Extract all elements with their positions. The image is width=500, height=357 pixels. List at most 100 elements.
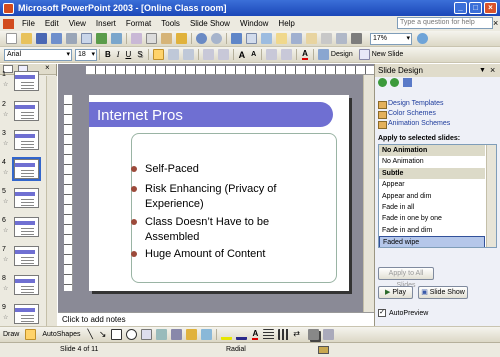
zoom-select[interactable]: 17%	[370, 32, 412, 45]
animation-scheme-item[interactable]: Fade in all	[379, 202, 485, 213]
rectangle-icon[interactable]	[111, 329, 123, 340]
print-preview-icon[interactable]	[81, 33, 92, 44]
close-pane-button[interactable]: ×	[45, 63, 50, 72]
notes-pane[interactable]: Click to add notes	[58, 312, 374, 326]
new-icon[interactable]	[6, 33, 17, 44]
slide-thumbnail[interactable]	[14, 130, 39, 150]
grid-icon[interactable]	[336, 33, 347, 44]
format-painter-icon[interactable]	[176, 33, 187, 44]
undo-icon[interactable]	[196, 33, 207, 44]
taskpane-close-button[interactable]: ×	[490, 64, 495, 77]
menu-window[interactable]: Window	[235, 19, 273, 28]
shadow-button[interactable]: S	[137, 50, 142, 59]
shadow-style-icon[interactable]	[308, 329, 320, 340]
animation-list-scrollbar[interactable]	[486, 145, 496, 247]
slide-thumbnail[interactable]	[14, 101, 39, 121]
paste-icon[interactable]	[161, 33, 172, 44]
minimize-button[interactable]: _	[454, 2, 467, 14]
open-icon[interactable]	[21, 33, 32, 44]
dash-style-icon[interactable]	[278, 329, 290, 340]
slide-thumbnail[interactable]	[14, 188, 39, 208]
research-icon[interactable]	[111, 33, 122, 44]
slide-show-button[interactable]: ▣ Slide Show	[418, 286, 468, 299]
draw-font-color-icon[interactable]: A	[252, 329, 259, 340]
menu-file[interactable]: File	[17, 19, 40, 28]
menu-format[interactable]: Format	[121, 19, 156, 28]
design-button[interactable]: Design	[331, 51, 353, 58]
show-formatting-icon[interactable]	[321, 33, 332, 44]
bold-button[interactable]: B	[105, 50, 111, 59]
color-grayscale-icon[interactable]	[351, 33, 362, 44]
slide-title[interactable]: Internet Pros	[97, 107, 183, 124]
animation-schemes-link[interactable]: Animation Schemes	[375, 119, 500, 129]
decrease-indent-icon[interactable]	[266, 49, 278, 60]
diagram-icon[interactable]	[171, 329, 183, 340]
canvas-scrollbar[interactable]	[363, 75, 374, 312]
new-slide-icon[interactable]	[358, 49, 370, 60]
animation-scheme-item[interactable]: Faded wipe	[379, 236, 485, 247]
font-color-button[interactable]: A	[302, 49, 308, 60]
line-style-icon[interactable]	[263, 329, 275, 340]
select-objects-icon[interactable]	[25, 329, 37, 340]
animation-scheme-item[interactable]: No Animation	[379, 156, 485, 167]
help-icon[interactable]	[417, 33, 428, 44]
copy-icon[interactable]	[146, 33, 157, 44]
slide-thumbnail[interactable]	[14, 246, 39, 266]
close-button[interactable]: ×	[484, 2, 497, 14]
print-icon[interactable]	[66, 33, 77, 44]
line-color-icon[interactable]	[236, 329, 248, 340]
spelling-status-icon[interactable]	[318, 346, 329, 354]
slide-thumbnail[interactable]	[14, 217, 39, 237]
font-size-select[interactable]: 18	[75, 48, 97, 61]
slides-scrollbar[interactable]	[46, 76, 57, 327]
restore-button[interactable]: □	[469, 2, 482, 14]
draw-menu[interactable]: Draw	[3, 331, 19, 338]
menu-insert[interactable]: Insert	[91, 19, 121, 28]
autopreview-checkbox[interactable]: ✓ AutoPreview	[378, 309, 428, 317]
insert-picture-icon[interactable]	[276, 33, 287, 44]
fill-color-icon[interactable]	[221, 329, 233, 340]
permission-icon[interactable]	[51, 33, 62, 44]
decrease-font-button[interactable]: A	[251, 51, 256, 58]
align-right-icon[interactable]	[182, 49, 194, 60]
menu-help[interactable]: Help	[273, 19, 299, 28]
line-icon[interactable]: ╲	[88, 329, 93, 340]
save-icon[interactable]	[36, 33, 47, 44]
clipart-icon[interactable]	[186, 329, 198, 340]
current-slide[interactable]: Internet Pros Self-Paced Risk Enhancing …	[89, 95, 349, 291]
picture-icon[interactable]	[201, 329, 213, 340]
color-schemes-link[interactable]: Color Schemes	[375, 109, 500, 119]
hyperlink-icon[interactable]	[291, 33, 302, 44]
animation-scheme-item[interactable]: Appear and dim	[379, 191, 485, 202]
redo-icon[interactable]	[211, 33, 222, 44]
slide-thumbnail[interactable]	[14, 71, 39, 91]
design-templates-link[interactable]: Design Templates	[375, 99, 500, 109]
3d-style-icon[interactable]	[323, 329, 335, 340]
animation-scheme-list[interactable]: No Animation No Animation Subtle Appear Appe…	[378, 144, 497, 248]
slide-thumbnail[interactable]	[14, 275, 39, 295]
spelling-icon[interactable]	[96, 33, 107, 44]
design-icon[interactable]	[317, 49, 329, 60]
underline-button[interactable]: U	[125, 50, 131, 59]
font-select[interactable]: Arial	[4, 48, 72, 61]
bullets-icon[interactable]	[217, 49, 229, 60]
play-button[interactable]: ▶ Play	[378, 286, 413, 299]
insert-table-icon[interactable]	[246, 33, 257, 44]
increase-indent-icon[interactable]	[281, 49, 293, 60]
expand-all-icon[interactable]	[306, 33, 317, 44]
arrow-style-icon[interactable]: ⇄	[293, 329, 304, 340]
align-left-icon[interactable]	[152, 49, 164, 60]
insert-chart-icon[interactable]	[231, 33, 242, 44]
help-search-input[interactable]: Type a question for help	[397, 17, 493, 29]
bullet-list[interactable]: Self-Paced Risk Enhancing (Privacy of Ex…	[131, 163, 291, 261]
animation-scheme-item[interactable]: Fade in one by one	[379, 213, 485, 224]
new-slide-button[interactable]: New Slide	[372, 51, 404, 58]
arrow-icon[interactable]: ↘	[99, 329, 107, 340]
back-icon[interactable]	[378, 78, 387, 87]
home-icon[interactable]	[403, 78, 412, 87]
center-icon[interactable]	[167, 49, 179, 60]
menu-edit[interactable]: Edit	[40, 19, 64, 28]
autoshapes-menu[interactable]: AutoShapes	[42, 331, 80, 338]
forward-icon[interactable]	[390, 78, 399, 87]
animation-scheme-item[interactable]: Appear	[379, 179, 485, 190]
